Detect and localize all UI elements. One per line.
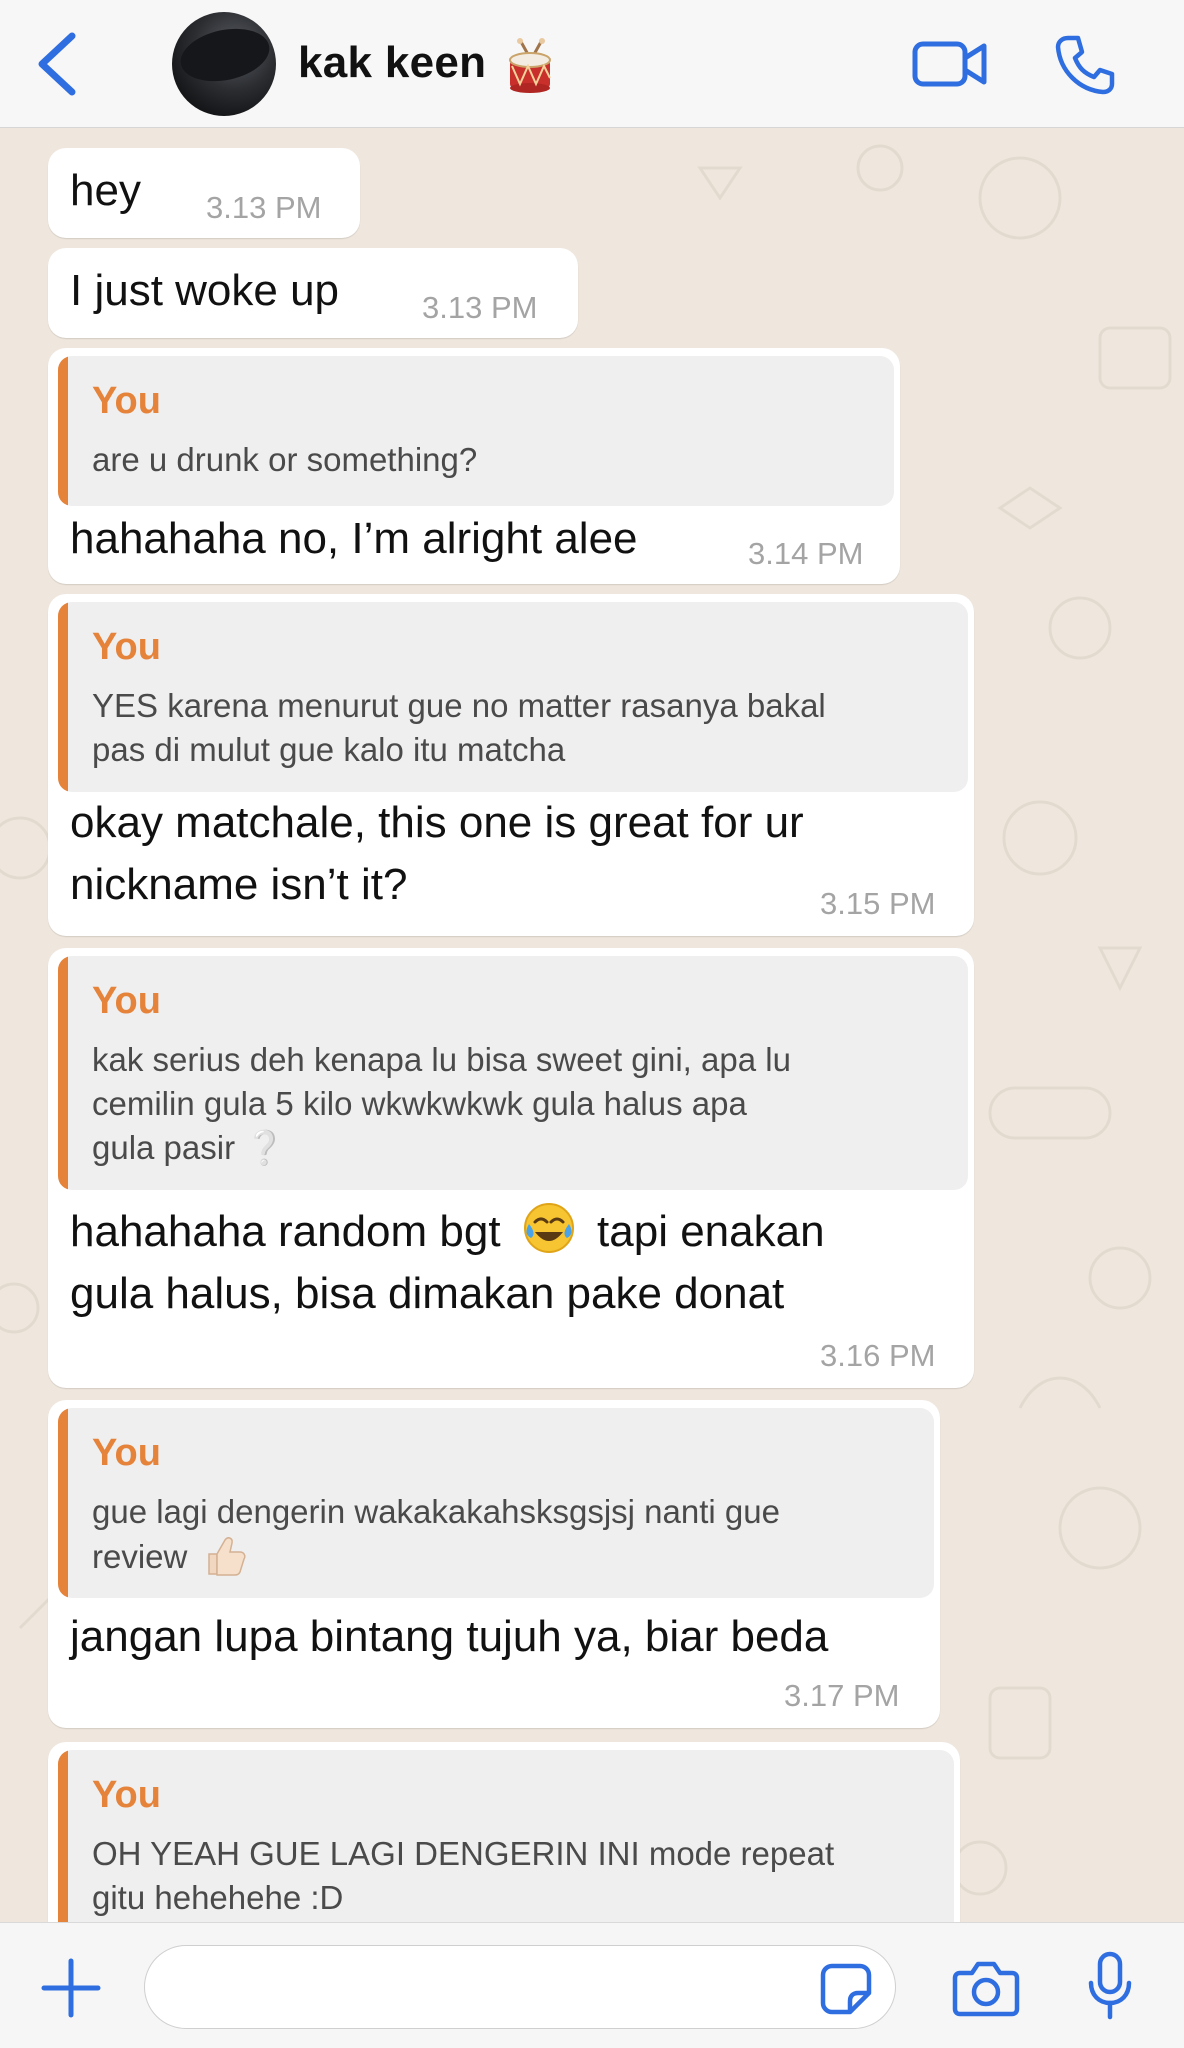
message-text: hahahaha random bgt tapi enakan gula hal… <box>70 1200 825 1325</box>
message-line: gula halus, bisa dimakan pake donat <box>70 1269 785 1318</box>
message-time: 3.15 PM <box>820 886 936 921</box>
quote-author: You <box>92 626 161 668</box>
quoted-message[interactable]: You kak serius deh kenapa lu bisa sweet … <box>58 956 968 1190</box>
sticker-button[interactable] <box>820 1963 872 2015</box>
message-bubble[interactable]: You kak serius deh kenapa lu bisa sweet … <box>48 948 974 1388</box>
quote-author: You <box>92 1774 161 1816</box>
quote-line: kak serius deh kenapa lu bisa sweet gini… <box>92 1041 791 1078</box>
message-text: jangan lupa bintang tujuh ya, biar beda <box>70 1612 829 1661</box>
quote-line: YES karena menurut gue no matter rasanya… <box>92 687 826 724</box>
quote-line: gitu hehehehe :D <box>92 1879 344 1916</box>
quoted-message[interactable]: You are u drunk or something? <box>58 356 894 506</box>
message-bubble[interactable]: hey 3.13 PM <box>48 148 360 238</box>
message-bubble[interactable]: You YES karena menurut gue no matter ras… <box>48 594 974 936</box>
chat-header: kak keen <box>0 0 1184 128</box>
message-bubble[interactable]: You OH YEAH GUE LAGI DENGERIN INI mode r… <box>48 1742 960 1922</box>
message-text: okay matchale, this one is great for ur … <box>70 792 804 916</box>
drum-emoji-icon <box>509 38 551 93</box>
quote-segment: review <box>92 1538 188 1575</box>
quote-line: cemilin gula 5 kilo wkwkwkwk gula halus … <box>92 1085 747 1122</box>
attach-button[interactable] <box>40 1957 102 2019</box>
back-button[interactable] <box>28 28 88 100</box>
message-time: 3.16 PM <box>820 1338 936 1373</box>
quote-text: kak serius deh kenapa lu bisa sweet gini… <box>92 1038 791 1170</box>
quote-line: pas di mulut gue kalo itu matcha <box>92 731 566 768</box>
contact-name[interactable]: kak keen <box>298 38 486 88</box>
quoted-message[interactable]: You gue lagi dengerin wakakakahsksgsjsj … <box>58 1408 934 1598</box>
quote-line: gula pasir ❔ <box>92 1129 286 1166</box>
video-call-button[interactable] <box>912 38 988 90</box>
camera-button[interactable] <box>952 1959 1020 2017</box>
message-segment: tapi enakan <box>597 1207 825 1256</box>
message-text: hey <box>70 166 141 215</box>
message-time: 3.14 PM <box>748 536 864 571</box>
thumbs-up-emoji-icon <box>207 1537 246 1576</box>
microphone-icon <box>1088 1951 1132 2020</box>
quote-accent-bar <box>58 356 68 506</box>
message-line: hahahaha random bgt tapi enakan <box>70 1200 825 1263</box>
message-input-bar <box>0 1922 1184 2048</box>
message-bubble[interactable]: You gue lagi dengerin wakakakahsksgsjsj … <box>48 1400 940 1728</box>
quote-text: OH YEAH GUE LAGI DENGERIN INI mode repea… <box>92 1832 834 1920</box>
quote-author: You <box>92 1432 161 1474</box>
microphone-button[interactable] <box>1086 1951 1134 2023</box>
message-input[interactable] <box>144 1945 896 2029</box>
quote-text: YES karena menurut gue no matter rasanya… <box>92 684 826 772</box>
video-camera-icon <box>912 41 987 87</box>
chevron-left-icon <box>38 32 76 96</box>
avatar[interactable] <box>172 12 276 116</box>
quote-accent-bar <box>58 602 68 792</box>
quoted-message[interactable]: You YES karena menurut gue no matter ras… <box>58 602 968 792</box>
message-time: 3.13 PM <box>206 190 322 225</box>
quote-accent-bar <box>58 1408 68 1598</box>
message-segment: hahahaha random bgt <box>70 1207 501 1256</box>
message-text: I just woke up <box>70 266 340 315</box>
camera-icon <box>952 1961 1020 2017</box>
message-line: nickname isn’t it? <box>70 860 408 909</box>
voice-call-button[interactable] <box>1054 34 1116 96</box>
quote-accent-bar <box>58 956 68 1190</box>
quote-line: review <box>92 1534 780 1579</box>
phone-icon <box>1055 35 1115 95</box>
message-line: okay matchale, this one is great for ur <box>70 798 804 847</box>
quoted-message[interactable]: You OH YEAH GUE LAGI DENGERIN INI mode r… <box>58 1750 954 1922</box>
chat-area[interactable]: hey 3.13 PM I just woke up 3.13 PM You a… <box>0 128 1184 1922</box>
quote-text: are u drunk or something? <box>92 441 478 478</box>
message-time: 3.17 PM <box>784 1678 900 1713</box>
plus-icon <box>41 1958 101 2018</box>
quote-author: You <box>92 980 161 1022</box>
quote-line: gue lagi dengerin wakakakahsksgsjsj nant… <box>92 1493 780 1530</box>
message-bubble[interactable]: You are u drunk or something? hahahaha n… <box>48 348 900 584</box>
sticker-icon <box>820 1963 872 2015</box>
tears-of-joy-emoji-icon <box>523 1203 574 1253</box>
message-time: 3.13 PM <box>422 290 538 325</box>
quote-accent-bar <box>58 1750 68 1922</box>
message-text: hahahaha no, I’m alright alee <box>70 514 638 563</box>
quote-line: OH YEAH GUE LAGI DENGERIN INI mode repea… <box>92 1835 835 1872</box>
quote-author: You <box>92 380 161 422</box>
quote-text: gue lagi dengerin wakakakahsksgsjsj nant… <box>92 1490 780 1579</box>
message-bubble[interactable]: I just woke up 3.13 PM <box>48 248 578 338</box>
